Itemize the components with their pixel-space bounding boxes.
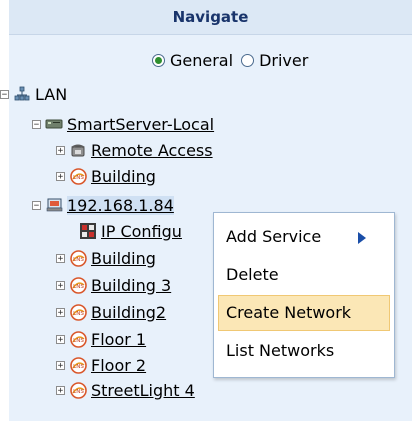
radio-driver[interactable]: Driver	[241, 51, 308, 70]
expand-icon[interactable]: +	[56, 171, 65, 181]
lns-icon: LNS	[69, 381, 87, 399]
tree-node-floor-2[interactable]: + LNS Floor 2	[56, 354, 146, 376]
tree-node-remote-access[interactable]: + Remote Access	[56, 139, 213, 161]
menu-item-label: Delete	[226, 265, 279, 284]
tree-node-link[interactable]: Floor 2	[91, 356, 146, 375]
expand-icon[interactable]: +	[56, 253, 65, 263]
tree-node-link[interactable]: Remote Access	[91, 141, 213, 160]
radio-general[interactable]: General	[152, 51, 233, 70]
tree-node-floor-1[interactable]: + LNS Floor 1	[56, 328, 146, 350]
tree-node-building-3[interactable]: + LNS Building 3	[56, 274, 171, 296]
menu-item-create-network[interactable]: Create Network	[218, 295, 390, 331]
collapse-icon[interactable]: −	[32, 119, 41, 129]
tree-node-link[interactable]: Building 3	[91, 276, 171, 295]
expand-icon[interactable]: +	[56, 360, 65, 370]
tree-node-lan[interactable]: − LAN	[0, 83, 67, 105]
expand-icon[interactable]: +	[56, 385, 65, 395]
view-mode-radio-group: General Driver	[152, 49, 308, 71]
collapse-icon[interactable]: −	[32, 200, 41, 210]
collapse-icon[interactable]: −	[0, 89, 9, 99]
lns-icon: LNS	[69, 356, 87, 374]
tree-node-smartserver[interactable]: − SmartServer-Local	[32, 113, 214, 135]
svg-text:LNS: LNS	[73, 364, 84, 370]
radio-general-label: General	[170, 50, 234, 70]
menu-item-delete[interactable]: Delete	[218, 257, 390, 293]
expand-icon[interactable]: +	[56, 307, 65, 317]
tree-node-link-selected[interactable]: 192.168.1.84	[67, 195, 174, 215]
lns-icon: LNS	[69, 167, 87, 185]
submenu-arrow-icon	[358, 232, 366, 244]
network-icon	[13, 85, 31, 103]
radio-checked-icon[interactable]	[152, 53, 165, 67]
tree-node-building[interactable]: + LNS Building	[56, 165, 156, 187]
phone-icon	[69, 141, 87, 159]
lns-icon: LNS	[69, 303, 87, 321]
radio-driver-label: Driver	[259, 50, 309, 70]
panel-title: Navigate	[9, 0, 412, 35]
tree-node-building[interactable]: + LNS Building	[56, 247, 156, 269]
menu-item-label: Create Network	[226, 303, 352, 322]
menu-item-list-networks[interactable]: List Networks	[218, 333, 390, 369]
menu-item-label: Add Service	[226, 227, 322, 246]
tree-node-label: LAN	[35, 84, 68, 104]
tree-node-link[interactable]: Building	[91, 167, 156, 186]
tree-node-streetlight-4[interactable]: + LNS StreetLight 4	[56, 379, 195, 401]
tree-node-link[interactable]: IP Configu	[101, 222, 182, 241]
lns-icon: LNS	[69, 276, 87, 294]
expand-icon[interactable]: +	[56, 280, 65, 290]
config-icon	[79, 222, 97, 240]
server-icon	[45, 115, 63, 133]
tree-node-ip-config[interactable]: IP Configu	[69, 220, 182, 242]
tree-node-building2[interactable]: + LNS Building2	[56, 301, 166, 323]
lns-icon: LNS	[69, 249, 87, 267]
svg-text:LNS: LNS	[73, 389, 84, 395]
tree-node-link[interactable]: SmartServer-Local	[67, 115, 214, 134]
svg-text:LNS: LNS	[73, 175, 84, 181]
menu-item-label: List Networks	[226, 341, 335, 360]
tree-node-ip[interactable]: − 192.168.1.84	[32, 194, 174, 216]
expand-icon[interactable]: +	[56, 145, 65, 155]
menu-item-add-service[interactable]: Add Service	[218, 219, 390, 255]
radio-unchecked-icon[interactable]	[241, 53, 255, 67]
tree-node-link[interactable]: Building	[91, 249, 156, 268]
tree-node-link[interactable]: Building2	[91, 303, 166, 322]
context-menu: Add Service Delete Create Network List N…	[213, 212, 395, 378]
lns-icon: LNS	[69, 330, 87, 348]
tree-node-link[interactable]: StreetLight 4	[91, 381, 195, 400]
svg-text:LNS: LNS	[73, 257, 84, 263]
tree-node-link[interactable]: Floor 1	[91, 330, 146, 349]
svg-text:LNS: LNS	[73, 311, 84, 317]
expand-icon[interactable]: +	[56, 334, 65, 344]
svg-text:LNS: LNS	[73, 338, 84, 344]
device-icon	[45, 196, 63, 214]
svg-text:LNS: LNS	[73, 284, 84, 290]
